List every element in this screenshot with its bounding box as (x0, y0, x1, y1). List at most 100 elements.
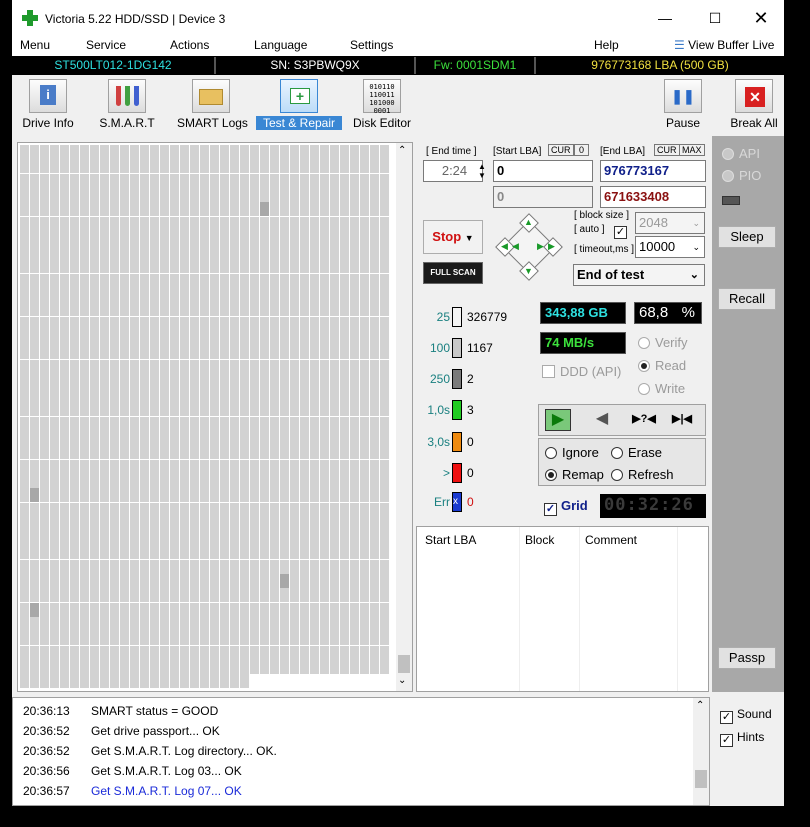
grid-checkbox[interactable]: ✓ Grid (544, 498, 588, 516)
arrow-down-icon[interactable]: ▼ (524, 266, 533, 276)
col-comment[interactable]: Comment (585, 533, 637, 547)
pause-button[interactable]: ❚❚ Pause (658, 79, 708, 130)
arrow-right-inner-icon[interactable]: ▶ (537, 241, 544, 252)
grid-cell (110, 516, 119, 531)
erase-radio[interactable]: Erase (611, 445, 662, 460)
end-action-select[interactable]: End of test ⌄ (573, 264, 705, 286)
scroll-up-icon[interactable]: ⌃ (696, 700, 704, 711)
grid-cell (310, 473, 319, 488)
start-zero-button[interactable]: 0 (574, 144, 590, 156)
check-icon: ✓ (720, 711, 733, 724)
grid-cell (90, 302, 99, 317)
recall-button[interactable]: Recall (718, 288, 776, 310)
grid-cell (60, 445, 69, 460)
ddd-api-checkbox[interactable]: DDD (API) (542, 364, 621, 379)
scroll-down-icon[interactable]: ⌄ (398, 675, 406, 686)
grid-cell (50, 545, 59, 560)
drive-info-bar: ST500LT012-1DG142 SN: S3PBWQ9X Fw: 0001S… (12, 56, 784, 75)
grid-cell (200, 416, 209, 431)
smart-button[interactable]: S.M.A.R.T (94, 79, 160, 130)
arrow-right-icon[interactable]: ▶ (548, 241, 555, 252)
ignore-radio[interactable]: Ignore (545, 445, 599, 460)
test-repair-button[interactable]: + Test & Repair (256, 79, 342, 130)
remap-radio[interactable]: Remap (545, 467, 604, 482)
hints-checkbox[interactable]: ✓ Hints (720, 730, 764, 747)
grid-cell (90, 159, 99, 174)
arrow-left-icon[interactable]: ◀ (501, 241, 508, 252)
end-time-spinner-icon[interactable]: ▲ ▼ (478, 162, 486, 180)
grid-cell (30, 373, 39, 388)
grid-cell (110, 288, 119, 302)
menu-menu[interactable]: Menu (20, 38, 50, 52)
end-time-input[interactable]: 2:24 (423, 160, 483, 182)
write-radio[interactable]: Write (638, 381, 685, 396)
grid-cell (60, 645, 69, 660)
arrow-up-icon[interactable]: ▲ (524, 217, 533, 227)
grid-cell (250, 230, 259, 245)
seek-unknown-button[interactable]: ▶?◀ (629, 409, 659, 431)
drive-info-button[interactable]: i Drive Info (16, 79, 80, 130)
grid-cell (350, 602, 359, 617)
grid-cell (180, 330, 189, 345)
grid-cell (20, 145, 29, 159)
pio-radio[interactable]: PIO (722, 168, 761, 183)
grid-cell (260, 259, 269, 274)
sleep-button[interactable]: Sleep (718, 226, 776, 248)
menu-language[interactable]: Language (254, 38, 307, 52)
read-radio[interactable]: Read (638, 358, 686, 373)
stop-button[interactable]: Stop ▼ (423, 220, 483, 254)
grid-cell (320, 602, 329, 617)
grid-cell (190, 502, 199, 517)
verify-radio[interactable]: Verify (638, 335, 688, 350)
grid-cell (270, 431, 279, 445)
scroll-thumb[interactable] (695, 770, 707, 788)
menu-help[interactable]: Help (594, 38, 619, 52)
grid-scrollbar[interactable]: ⌃ ⌄ (396, 143, 412, 691)
grid-cell (200, 359, 209, 374)
grid-cell (170, 545, 179, 560)
rewind-button[interactable]: ◀ (589, 409, 615, 431)
refresh-radio[interactable]: Refresh (611, 467, 674, 482)
end-cur-button[interactable]: CUR (654, 144, 680, 156)
api-radio[interactable]: API (722, 146, 760, 161)
full-scan-button[interactable]: FULL SCAN (423, 262, 483, 284)
play-button[interactable]: ▶ (545, 409, 571, 431)
arrow-left-inner-icon[interactable]: ◀ (512, 241, 519, 252)
scroll-up-icon[interactable]: ⌃ (398, 145, 406, 156)
col-start-lba[interactable]: Start LBA (425, 533, 476, 547)
start-lba-input[interactable]: 0 (493, 160, 593, 182)
block-size-select[interactable]: 2048 ⌄ (635, 212, 705, 234)
menu-actions[interactable]: Actions (170, 38, 209, 52)
grid-cell (150, 459, 159, 474)
grid-cell (120, 445, 129, 460)
menu-service[interactable]: Service (86, 38, 126, 52)
menu-settings[interactable]: Settings (350, 38, 393, 52)
maximize-button[interactable]: ☐ (692, 4, 738, 32)
grid-cell (90, 359, 99, 374)
passp-button[interactable]: Passp (718, 647, 776, 669)
minimize-button[interactable]: — (642, 4, 688, 32)
col-block[interactable]: Block (525, 533, 554, 547)
sound-checkbox[interactable]: ✓ Sound (720, 707, 772, 724)
window-title: Victoria 5.22 HDD/SSD | Device 3 (45, 12, 226, 26)
break-all-button[interactable]: ✕ Break All (724, 79, 784, 130)
timeout-select[interactable]: 10000 ⌄ (635, 236, 705, 258)
log-scrollbar[interactable]: ⌃ (693, 698, 709, 805)
grid-cell (150, 559, 159, 574)
close-button[interactable]: ✕ (738, 4, 784, 32)
grid-cell (360, 631, 369, 646)
end-lba-input[interactable]: 976773167 (600, 160, 706, 182)
skip-end-button[interactable]: ▶|◀ (667, 409, 697, 431)
grid-cell (170, 245, 179, 260)
grid-cell (180, 488, 189, 503)
auto-checkbox[interactable]: ✓ (614, 222, 627, 239)
view-buffer-live[interactable]: ☰ View Buffer Live (674, 38, 774, 52)
grid-cell (50, 502, 59, 517)
smart-logs-button[interactable]: SMART Logs (174, 79, 248, 130)
scroll-thumb[interactable] (398, 655, 410, 673)
end-max-button[interactable]: MAX (679, 144, 705, 156)
grid-cell (270, 145, 279, 159)
start-cur-button[interactable]: CUR (548, 144, 574, 156)
grid-cell (280, 388, 289, 403)
disk-editor-button[interactable]: 010110 110011 101000 0001 Disk Editor (350, 79, 414, 130)
